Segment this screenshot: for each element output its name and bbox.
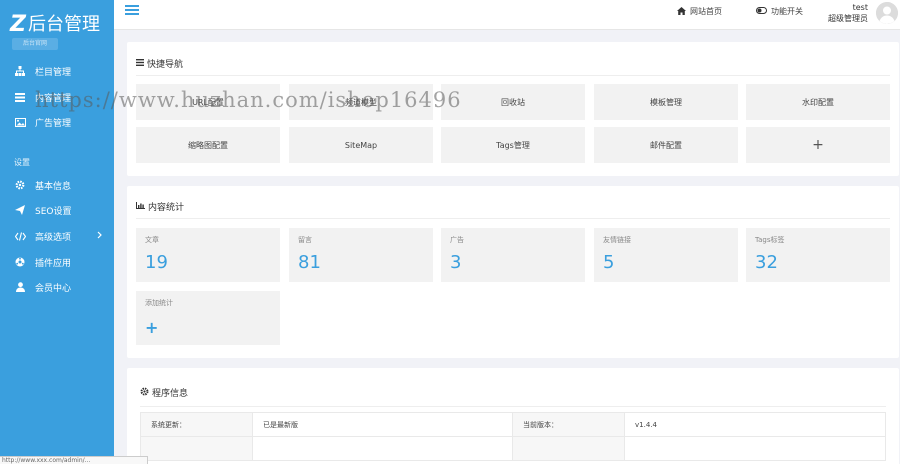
feature-toggle-link[interactable]: 功能开关 <box>756 6 803 17</box>
gear-icon <box>14 180 26 190</box>
sidebar-section-title: 设置 <box>14 158 30 167</box>
tags-manage-button[interactable]: Tags管理 <box>441 127 585 163</box>
sidebar-item-label: 会员中心 <box>35 283 72 294</box>
sidebar-item-label: 插件应用 <box>35 258 72 269</box>
table-cell: 已是最新版 <box>252 412 513 437</box>
sidebar-item-label: 基本信息 <box>35 181 72 192</box>
sidebar-item-plugins[interactable]: 插件应用 <box>0 251 114 273</box>
program-info-title: 程序信息 <box>140 386 188 399</box>
table-row <box>140 436 886 461</box>
quick-nav-title: 快捷导航 <box>136 57 183 70</box>
sidebar-item-ads[interactable]: 广告管理 <box>0 111 114 133</box>
sidebar-item-members[interactable]: 会员中心 <box>0 276 114 298</box>
add-shortcut-button[interactable]: + <box>746 127 890 163</box>
menu-toggle-icon[interactable] <box>125 3 139 17</box>
sidebar-item-columns[interactable]: 栏目管理 <box>0 60 114 82</box>
sidebar-item-seo[interactable]: SEO设置 <box>0 199 114 221</box>
sidebar-item-basic-info[interactable]: 基本信息 <box>0 174 114 196</box>
logo-badge[interactable]: 后台官网 <box>12 38 58 50</box>
send-icon <box>14 205 26 215</box>
stat-links[interactable]: 友情链接 5 <box>594 228 738 282</box>
plus-icon: + <box>145 318 159 337</box>
watermark: https://www.huzhan.com/ishop16496 <box>35 88 462 112</box>
mail-config-button[interactable]: 邮件配置 <box>594 127 738 163</box>
stat-messages[interactable]: 留言 81 <box>289 228 433 282</box>
table-cell: 系统更新： <box>140 412 253 437</box>
program-info-table: 系统更新： 已是最新版 当前版本： v1.4.4 <box>140 412 886 461</box>
home-link[interactable]: 网站首页 <box>677 6 722 17</box>
watermark-config-button[interactable]: 水印配置 <box>746 84 890 120</box>
table-cell: v1.4.4 <box>624 412 886 437</box>
sitemap-button[interactable]: SiteMap <box>289 127 433 163</box>
content-stats-panel: 内容统计 文章 19 留言 81 广告 3 友情链接 5 Tags标签 32 添… <box>127 186 899 358</box>
stat-label: 添加统计 <box>145 299 173 307</box>
stat-label: 留言 <box>298 236 312 244</box>
stat-label: 广告 <box>450 236 464 244</box>
sidebar: Z 后台管理 后台官网 栏目管理 内容管理 广告管理 设置 基本信息 SEO设置 <box>0 0 114 464</box>
image-icon <box>14 117 26 127</box>
add-stat-button[interactable]: 添加统计 + <box>136 291 280 345</box>
logo[interactable]: Z 后台管理 <box>10 14 100 36</box>
sidebar-item-label: 栏目管理 <box>35 67 72 78</box>
status-bar: http://www.xxx.com/admin/... <box>0 456 148 464</box>
user-role: 超级管理员 <box>828 14 868 23</box>
logo-text: 后台管理 <box>27 14 100 35</box>
plugin-icon <box>14 257 26 267</box>
table-row: 系统更新： 已是最新版 当前版本： v1.4.4 <box>140 412 886 437</box>
bar-chart-icon <box>136 202 145 211</box>
template-manage-button[interactable]: 模板管理 <box>594 84 738 120</box>
user-icon <box>14 282 26 292</box>
avatar[interactable] <box>876 2 898 24</box>
thumbnail-config-button[interactable]: 缩略图配置 <box>136 127 280 163</box>
stat-value: 5 <box>603 252 615 273</box>
stat-articles[interactable]: 文章 19 <box>136 228 280 282</box>
sidebar-item-label: 广告管理 <box>35 118 72 129</box>
feature-toggle-label: 功能开关 <box>771 7 803 16</box>
home-icon <box>677 6 686 17</box>
sidebar-item-advanced[interactable]: 高级选项 <box>0 225 114 247</box>
sidebar-item-label: 高级选项 <box>35 232 72 243</box>
logo-letter: Z <box>10 12 26 37</box>
stat-value: 81 <box>298 252 321 273</box>
gear-icon <box>140 387 149 398</box>
stat-ads[interactable]: 广告 3 <box>441 228 585 282</box>
sitemap-icon <box>14 66 26 76</box>
stat-label: 文章 <box>145 236 159 244</box>
user-name[interactable]: test <box>853 3 868 12</box>
list-icon <box>14 92 26 102</box>
top-header: 网站首页 功能开关 test 超级管理员 <box>114 0 900 30</box>
recycle-bin-button[interactable]: 回收站 <box>441 84 585 120</box>
stat-value: 3 <box>450 252 462 273</box>
list-icon <box>136 59 144 68</box>
code-icon <box>14 231 26 241</box>
stat-label: Tags标签 <box>755 236 785 244</box>
content-stats-title: 内容统计 <box>136 200 184 213</box>
chevron-right-icon <box>97 231 102 242</box>
sidebar-item-label: SEO设置 <box>35 206 72 217</box>
stat-value: 19 <box>145 252 168 273</box>
stat-label: 友情链接 <box>603 236 631 244</box>
stat-value: 32 <box>755 252 778 273</box>
home-link-label: 网站首页 <box>690 7 722 16</box>
toggle-icon <box>756 7 767 16</box>
table-cell: 当前版本： <box>512 412 625 437</box>
stat-tags[interactable]: Tags标签 32 <box>746 228 890 282</box>
program-info-panel: 程序信息 系统更新： 已是最新版 当前版本： v1.4.4 <box>127 368 899 464</box>
